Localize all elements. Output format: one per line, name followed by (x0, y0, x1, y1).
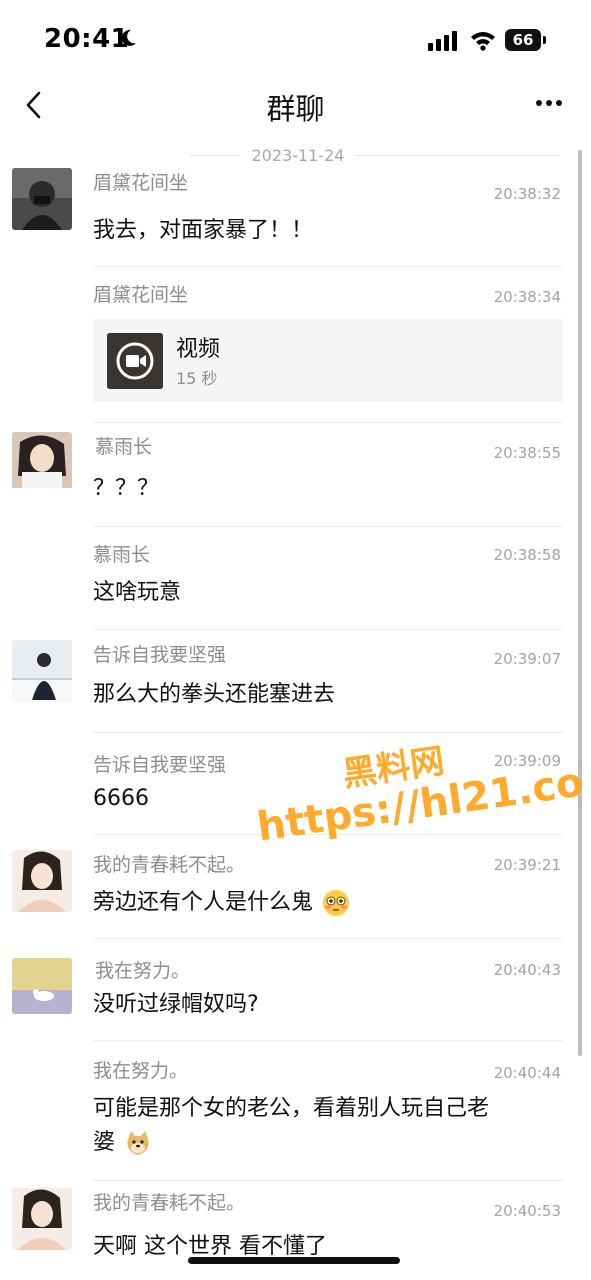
video-title: 视频 (176, 337, 221, 362)
status-bar: 20:41 66 (0, 0, 591, 80)
home-indicator[interactable] (188, 1257, 400, 1264)
message-text: 那么大的拳头还能塞进去 (93, 682, 336, 707)
message-text: 这啥玩意 (93, 580, 182, 605)
message-text: 旁边还有个人是什么鬼 (93, 886, 350, 920)
avatar[interactable] (12, 850, 72, 912)
message-text: 6666 (93, 786, 149, 811)
video-duration: 15 秒 (176, 369, 218, 388)
message-text-line-1: 可能是那个女的老公，看着别人玩自己老 (93, 1096, 490, 1121)
sender-name: 我的青春耗不起。 (93, 1192, 246, 1214)
page-title: 群聊 (266, 92, 325, 126)
message-time: 20:38:32 (493, 185, 561, 203)
sender-name: 我在努力。 (93, 1060, 189, 1082)
message-time: 20:40:53 (493, 1202, 561, 1220)
cellular-signal-icon (428, 31, 457, 51)
doge-emoji-icon (127, 1131, 149, 1155)
message-item[interactable]: 慕雨长 20:38:58 这啥玩意 (0, 540, 591, 630)
message-time: 20:39:07 (493, 650, 561, 668)
avatar[interactable] (12, 958, 72, 1014)
message-item[interactable]: 眉黛花间坐 20:38:34 视频 15 秒 (0, 280, 591, 423)
sender-name: 我在努力。 (95, 960, 191, 982)
avatar[interactable] (12, 640, 72, 702)
message-text-body: 婆 (93, 1130, 116, 1155)
status-time: 20:41 (44, 24, 130, 54)
battery-icon: 66 (505, 29, 547, 51)
wifi-icon (471, 32, 495, 51)
avatar[interactable] (12, 168, 72, 230)
message-text-body: 旁边还有个人是什么鬼 (93, 890, 314, 915)
message-text: 我去，对面家暴了！！ (93, 218, 314, 243)
date-label: 2023-11-24 (251, 146, 345, 165)
message-text: 没听过绿帽奴吗? (93, 992, 259, 1017)
video-attachment[interactable]: 视频 15 秒 (93, 319, 563, 402)
message-item[interactable]: 我的青春耗不起。 20:39:21 旁边还有个人是什么鬼 (0, 850, 591, 939)
sender-name: 眉黛花间坐 (93, 284, 189, 306)
message-item[interactable]: 我的青春耗不起。 20:40:53 天啊 这个世界 看不懂了 (0, 1188, 591, 1268)
nav-bar: 群聊 (0, 80, 591, 130)
moon-icon (121, 29, 136, 46)
sender-name: 我的青春耗不起。 (93, 854, 246, 876)
avatar[interactable] (12, 432, 72, 494)
chat-screen: 20:41 66 群聊 2023-11-24 眉黛花间坐 20:38:32 我去… (0, 0, 591, 1280)
message-time: 20:40:44 (493, 1064, 561, 1082)
flushed-face-emoji-icon (323, 890, 350, 916)
message-time: 20:38:58 (493, 546, 561, 564)
message-item[interactable]: 眉黛花间坐 20:38:32 我去，对面家暴了！！ (0, 168, 591, 267)
date-separator: 2023-11-24 (0, 146, 591, 166)
video-thumbnail (107, 333, 163, 389)
sender-name: 告诉自我要坚强 (93, 644, 227, 666)
message-item[interactable]: 我在努力。 20:40:43 没听过绿帽奴吗? (0, 956, 591, 1041)
message-item[interactable]: 慕雨长 20:38:55 ？？？ (0, 432, 591, 527)
message-item[interactable]: 告诉自我要坚强 20:39:07 那么大的拳头还能塞进去 (0, 640, 591, 733)
sender-name: 告诉自我要坚强 (93, 754, 227, 776)
avatar[interactable] (12, 1188, 72, 1250)
message-item[interactable]: 我在努力。 20:40:44 可能是那个女的老公，看着别人玩自己老 婆 (0, 1056, 591, 1181)
message-time: 20:38:34 (493, 288, 561, 306)
message-time: 20:38:55 (493, 444, 561, 462)
sender-name: 眉黛花间坐 (93, 172, 189, 194)
message-time: 20:40:43 (493, 961, 561, 979)
battery-level: 66 (505, 29, 541, 51)
sender-name: 慕雨长 (95, 436, 153, 458)
more-icon[interactable] (535, 98, 563, 108)
message-text-line-2: 婆 (93, 1126, 152, 1160)
message-text: ？？？ (93, 476, 160, 501)
message-time: 20:39:21 (493, 856, 561, 874)
sender-name: 慕雨长 (93, 544, 151, 566)
